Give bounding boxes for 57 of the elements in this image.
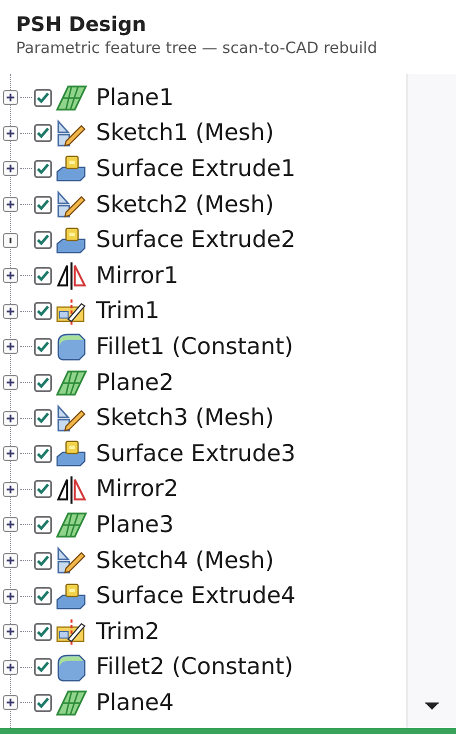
feature-label[interactable]: Surface Extrude4 [96,583,296,610]
feature-label[interactable]: Trim1 [96,298,160,324]
feature-label[interactable]: Mirror1 [96,262,178,289]
feature-label[interactable]: Mirror2 [96,476,178,502]
checkbox[interactable] [34,302,52,320]
checkbox[interactable] [34,622,52,641]
app-title: PSH Design [16,12,148,36]
expand-icon[interactable] [3,517,18,532]
expand-icon[interactable] [3,339,18,354]
checkbox[interactable] [34,552,52,570]
feature-label[interactable]: Surface Extrude2 [96,227,296,254]
feature-label[interactable]: Surface Extrude3 [96,440,296,467]
expand-icon[interactable] [3,375,18,390]
checkbox[interactable] [34,587,52,606]
expand-icon[interactable] [3,660,18,675]
feature-label[interactable]: Sketch4 (Mesh) [96,548,274,574]
expand-icon[interactable] [3,304,18,319]
checkbox[interactable] [34,338,52,356]
checkbox[interactable] [34,694,52,712]
checkbox[interactable] [34,196,52,214]
expand-icon[interactable] [3,126,18,141]
checkbox[interactable] [34,658,52,676]
expand-icon[interactable] [3,588,18,604]
feature-label[interactable]: Fillet1 (Constant) [96,334,294,360]
feature-label[interactable]: Plane1 [96,84,174,111]
expand-icon[interactable] [3,161,18,176]
expand-icon[interactable] [3,446,18,462]
feature-label[interactable]: Plane4 [96,690,174,716]
checkbox[interactable] [34,266,52,285]
expand-icon[interactable] [3,482,18,497]
checkbox[interactable] [34,88,52,107]
expand-icon[interactable] [3,624,18,640]
feature-label[interactable]: Surface Extrude1 [96,156,296,182]
checkbox[interactable] [34,124,52,142]
checkbox[interactable] [34,444,52,463]
collapse-icon[interactable] [3,232,18,248]
feature-label[interactable]: Sketch1 (Mesh) [96,120,274,146]
expand-icon[interactable] [3,90,18,106]
checkbox[interactable] [34,480,52,498]
scroll-down-icon[interactable] [425,702,439,710]
feature-label[interactable]: Sketch2 (Mesh) [96,192,274,218]
expand-icon[interactable] [3,553,18,568]
feature-label[interactable]: Fillet2 (Constant) [96,654,294,680]
checkbox[interactable] [34,516,52,534]
expand-icon[interactable] [3,410,18,426]
feature-label[interactable]: Sketch3 (Mesh) [96,405,274,432]
checkbox[interactable] [34,160,52,178]
checkbox[interactable] [34,409,52,428]
feature-label[interactable]: Trim2 [96,618,160,645]
feature-label[interactable]: Plane3 [96,512,174,538]
app-subtitle: Parametric feature tree — scan-to-CAD rebuild [16,39,378,57]
checkbox[interactable] [34,374,52,392]
checkbox[interactable] [34,231,52,250]
expand-icon[interactable] [3,695,18,710]
feature-label[interactable]: Plane2 [96,370,174,396]
expand-icon[interactable] [3,197,18,212]
expand-icon[interactable] [3,268,18,284]
